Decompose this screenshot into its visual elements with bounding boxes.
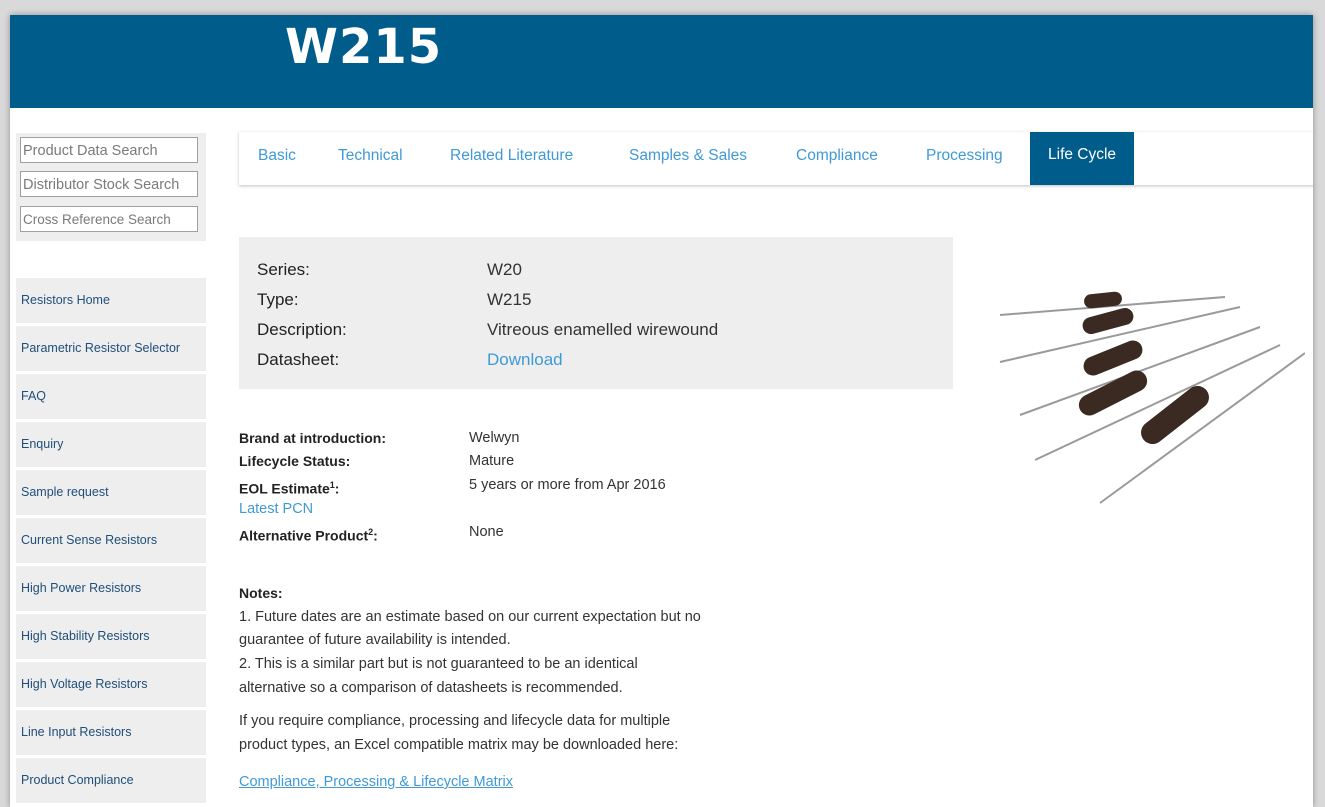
page-frame: W215 Product Data Search Distributor Sto… [10, 15, 1313, 807]
page-header: W215 [10, 15, 1313, 108]
cross-reference-search-input[interactable]: Cross Reference Search [20, 206, 198, 232]
lifecycle-status-label: Lifecycle Status: [239, 453, 351, 469]
latest-pcn-link[interactable]: Latest PCN [239, 500, 313, 518]
lifecycle-status-value: Mature [469, 453, 515, 469]
sidebar-item-sample-request[interactable]: Sample request [16, 470, 206, 515]
series-label: Series: [257, 260, 310, 279]
tab-life-cycle[interactable]: Life Cycle [1030, 132, 1135, 185]
series-value: W20 [487, 260, 522, 279]
tab-processing[interactable]: Processing [926, 132, 1003, 185]
product-image [999, 291, 1305, 504]
tab-bar: Basic Technical Related Literature Sampl… [239, 132, 1313, 185]
tab-samples-sales[interactable]: Samples & Sales [629, 132, 747, 185]
product-info-panel: Series: W20 Type: W215 Description: Vitr… [239, 237, 953, 389]
tab-related-literature[interactable]: Related Literature [450, 132, 573, 185]
sidebar-item-enquiry[interactable]: Enquiry [16, 422, 206, 467]
eol-estimate-label: EOL Estimate1: [239, 476, 339, 498]
search-panel: Product Data Search Distributor Stock Se… [16, 133, 206, 241]
sidebar-item-current-sense[interactable]: Current Sense Resistors [16, 518, 206, 563]
resistor-body [1082, 307, 1134, 335]
type-label: Type: [257, 290, 299, 309]
sidebar-item-parametric-selector[interactable]: Parametric Resistor Selector [16, 326, 206, 371]
sidebar-item-faq[interactable]: FAQ [16, 374, 206, 419]
note-line: 1. Future dates are an estimate based on… [239, 609, 701, 625]
brand-label: Brand at introduction: [239, 430, 386, 446]
note-line: guarantee of future availability is inte… [239, 632, 511, 648]
type-value: W215 [487, 290, 532, 309]
brand-value: Welwyn [469, 430, 520, 446]
product-data-search-input[interactable]: Product Data Search [20, 137, 198, 163]
alt-colon: : [373, 527, 378, 544]
description-label: Description: [257, 320, 347, 339]
resistor-body [1141, 385, 1209, 445]
eol-estimate-value: 5 years or more from Apr 2016 [469, 477, 666, 493]
sidebar-item-high-power[interactable]: High Power Resistors [16, 566, 206, 611]
alt-label-text: Alternative Product [239, 527, 369, 544]
notes-heading: Notes: [239, 585, 283, 601]
sidebar-item-high-stability[interactable]: High Stability Resistors [16, 614, 206, 659]
sidebar-item-line-input[interactable]: Line Input Resistors [16, 710, 206, 755]
alternative-product-label: Alternative Product2: [239, 523, 378, 545]
tab-technical[interactable]: Technical [338, 132, 403, 185]
tab-compliance[interactable]: Compliance [796, 132, 878, 185]
description-value: Vitreous enamelled wirewound [487, 320, 719, 339]
page-title: W215 [285, 19, 443, 75]
tab-basic[interactable]: Basic [258, 132, 296, 185]
eol-colon: : [334, 480, 340, 497]
excel-info-line: If you require compliance, processing an… [239, 713, 671, 729]
eol-label-text: EOL Estimate [239, 480, 330, 497]
sidebar-item-product-compliance[interactable]: Product Compliance [16, 758, 206, 803]
distributor-stock-search-input[interactable]: Distributor Stock Search [20, 171, 198, 197]
alternative-product-value: None [469, 524, 504, 540]
note-line: 2. This is a similar part but is not gua… [239, 656, 638, 672]
note-line: alternative so a comparison of datasheet… [239, 680, 623, 696]
sidebar-item-high-voltage[interactable]: High Voltage Resistors [16, 662, 206, 707]
sidebar-item-resistors-home[interactable]: Resistors Home [16, 278, 206, 323]
datasheet-label: Datasheet: [257, 350, 340, 369]
compliance-matrix-link[interactable]: Compliance, Processing & Lifecycle Matri… [239, 774, 513, 790]
datasheet-download-link[interactable]: Download [487, 349, 563, 371]
excel-info-line: product types, an Excel compatible matri… [239, 737, 679, 753]
